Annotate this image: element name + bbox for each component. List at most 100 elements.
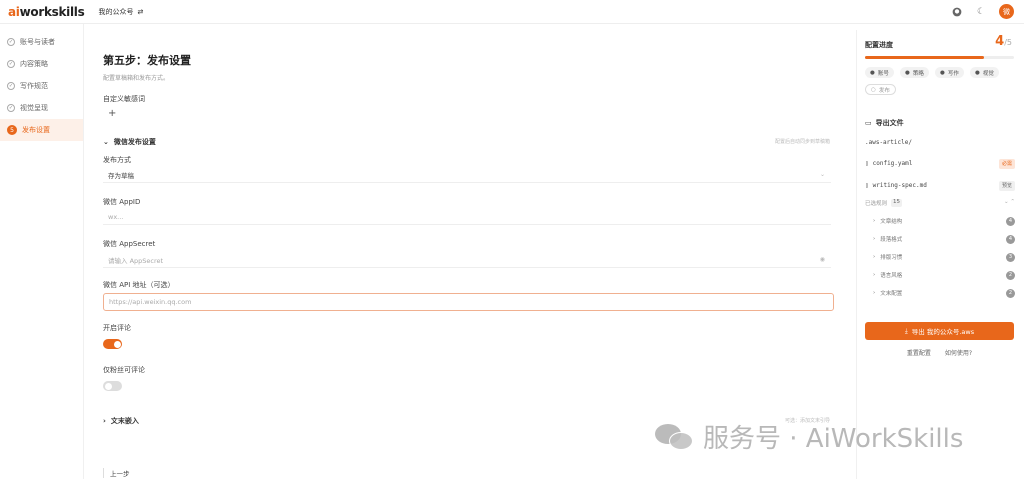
step-sidebar: ✓ 账号与读者 ✓ 内容策略 ✓ 写作规范 ✓ 视觉呈现 5 发布设置 bbox=[0, 24, 84, 479]
tree-item-label: 文章结构 bbox=[880, 219, 903, 225]
tree-count: 15 bbox=[891, 199, 903, 207]
section-title: 微信发布设置 bbox=[113, 138, 156, 146]
file-config[interactable]: ▯ config.yaml 必需 bbox=[865, 158, 1015, 169]
file-badge[interactable]: 预览 bbox=[998, 180, 1015, 191]
sidebar-item-strategy[interactable]: ✓ 内容策略 bbox=[0, 53, 83, 75]
appsecret-input[interactable]: 请输入 AppSecret ◉ bbox=[103, 252, 831, 268]
api-url-label: 微信 API 地址（可选） bbox=[103, 281, 175, 289]
export-button-label: 导出 我的公众号.aws bbox=[911, 328, 975, 336]
check-icon: ✓ bbox=[7, 38, 15, 46]
eye-icon[interactable]: ◉ bbox=[820, 256, 825, 263]
check-circle-icon: ● bbox=[975, 69, 980, 76]
file-name: config.yaml bbox=[872, 160, 913, 167]
export-folder: .aws-article/ bbox=[865, 139, 1015, 146]
step-chip-visual[interactable]: ● 视觉 bbox=[970, 67, 999, 78]
watermark: 服务号 · AiWorkSkills bbox=[655, 418, 963, 455]
prev-button[interactable]: 上一步 bbox=[103, 468, 130, 478]
step-number: 5 bbox=[7, 125, 17, 135]
step-chip-strategy[interactable]: ● 策略 bbox=[900, 67, 929, 78]
chevron-down-icon: ⌄ bbox=[819, 171, 825, 178]
api-url-placeholder: https://api.weixin.qq.com bbox=[109, 298, 192, 306]
appid-input[interactable]: wx... bbox=[103, 209, 831, 225]
section-title: 文末嵌入 bbox=[110, 417, 139, 425]
reset-config-link[interactable]: 重置配置 bbox=[907, 348, 931, 357]
chevron-right-icon: › bbox=[103, 417, 106, 425]
tree-item-label: 排版习惯 bbox=[880, 255, 903, 261]
appid-label: 微信 AppID bbox=[103, 198, 141, 206]
section-hint: 配置后自动同步到草稿箱 bbox=[774, 139, 830, 145]
comments-label: 开启评论 bbox=[103, 324, 131, 332]
tree-item[interactable]: › 段落格式 4 bbox=[873, 234, 1015, 244]
appid-placeholder: wx... bbox=[108, 212, 124, 221]
avatar[interactable]: 微 bbox=[999, 4, 1014, 19]
check-circle-icon: ● bbox=[905, 69, 910, 76]
github-icon[interactable] bbox=[951, 6, 963, 18]
tree-item[interactable]: › 语言风格 2 bbox=[873, 270, 1015, 280]
chevron-icon[interactable]: ⌄ ⌃ bbox=[1004, 199, 1015, 205]
appsecret-label: 微信 AppSecret bbox=[103, 240, 156, 248]
toggle-knob bbox=[104, 382, 112, 390]
file-writing-spec[interactable]: ▯ writing-spec.md 预览 bbox=[865, 180, 1015, 191]
swap-icon: ⇄ bbox=[137, 7, 144, 16]
chevron-down-icon: ⌄ bbox=[103, 138, 109, 146]
step-chip-writing[interactable]: ● 写作 bbox=[935, 67, 964, 78]
moon-icon[interactable]: ☾ bbox=[975, 6, 987, 18]
sidebar-item-publish[interactable]: 5 发布设置 bbox=[0, 119, 83, 141]
appsecret-placeholder: 请输入 AppSecret bbox=[108, 256, 164, 265]
wechat-icon bbox=[655, 422, 695, 452]
account-name: 我的公众号 bbox=[98, 7, 134, 16]
top-bar: aiworkskills 我的公众号 ⇄ ☾ 微 bbox=[0, 0, 1024, 24]
tree-item[interactable]: › 排版习惯 3 bbox=[873, 252, 1015, 262]
tree-item-count: 3 bbox=[1006, 252, 1015, 262]
logo-suffix: workskills bbox=[19, 4, 85, 19]
file-icon: ▯ bbox=[865, 160, 869, 167]
chip-label: 账号 bbox=[877, 70, 889, 77]
sidebar-item-writing[interactable]: ✓ 写作规范 bbox=[0, 75, 83, 97]
step-chip-account[interactable]: ● 账号 bbox=[865, 67, 894, 78]
sidebar-item-label: 写作规范 bbox=[20, 82, 48, 90]
publish-mode-select[interactable]: 存为草稿 ⌄ bbox=[103, 167, 831, 183]
add-keyword-button[interactable]: + bbox=[108, 108, 116, 119]
chip-label: 写作 bbox=[947, 70, 959, 77]
toggle-knob bbox=[113, 340, 121, 348]
chevron-right-icon: › bbox=[873, 272, 876, 278]
sidebar-item-label: 视觉呈现 bbox=[20, 104, 48, 112]
folder-icon: ▭ bbox=[865, 119, 872, 127]
publish-mode-value: 存为草稿 bbox=[108, 171, 134, 180]
app-logo[interactable]: aiworkskills bbox=[8, 4, 85, 19]
tree-item-count: 4 bbox=[1006, 216, 1015, 226]
progress-total: /5 bbox=[1004, 38, 1012, 47]
export-title-text: 导出文件 bbox=[875, 119, 904, 127]
text-section-toggle[interactable]: › 文末嵌入 bbox=[103, 416, 139, 426]
step-chip-publish[interactable]: ○ 发布 bbox=[865, 84, 896, 95]
sidebar-item-account[interactable]: ✓ 账号与读者 bbox=[0, 31, 83, 53]
tree-item-count: 2 bbox=[1006, 288, 1015, 298]
tree-label: 已选规则 bbox=[865, 201, 888, 207]
chevron-right-icon: › bbox=[873, 290, 876, 296]
sidebar-item-label: 账号与读者 bbox=[20, 38, 55, 46]
api-url-input[interactable]: https://api.weixin.qq.com bbox=[103, 293, 834, 311]
check-icon: ✓ bbox=[7, 82, 15, 90]
export-button[interactable]: ⤓ 导出 我的公众号.aws bbox=[865, 322, 1014, 340]
check-icon: ✓ bbox=[7, 60, 15, 68]
comments-toggle[interactable] bbox=[103, 339, 122, 349]
file-name: writing-spec.md bbox=[872, 182, 927, 189]
sidebar-item-label: 发布设置 bbox=[22, 126, 50, 134]
fans-only-label: 仅粉丝可评论 bbox=[103, 366, 145, 374]
export-title: ▭ 导出文件 bbox=[865, 118, 904, 128]
help-link[interactable]: 如何使用? bbox=[945, 348, 972, 357]
sidebar-item-visual[interactable]: ✓ 视觉呈现 bbox=[0, 97, 83, 119]
tree-item[interactable]: › 文章结构 4 bbox=[873, 216, 1015, 226]
chip-label: 策略 bbox=[912, 70, 924, 77]
account-switcher[interactable]: 我的公众号 ⇄ bbox=[98, 7, 143, 17]
wechat-section-toggle[interactable]: ⌄ 微信发布设置 bbox=[103, 137, 156, 147]
file-icon: ▯ bbox=[865, 182, 869, 189]
rules-tree-header: 已选规则 15 ⌄ ⌃ bbox=[865, 199, 1015, 207]
chevron-right-icon: › bbox=[873, 218, 876, 224]
tree-item[interactable]: › 文末配置 2 bbox=[873, 288, 1015, 298]
tree-item-label: 文末配置 bbox=[880, 291, 903, 297]
check-circle-icon: ● bbox=[870, 69, 875, 76]
custom-keywords-label: 自定义敏感词 bbox=[103, 95, 145, 103]
fans-only-toggle[interactable] bbox=[103, 381, 122, 391]
chevron-right-icon: › bbox=[873, 254, 876, 260]
